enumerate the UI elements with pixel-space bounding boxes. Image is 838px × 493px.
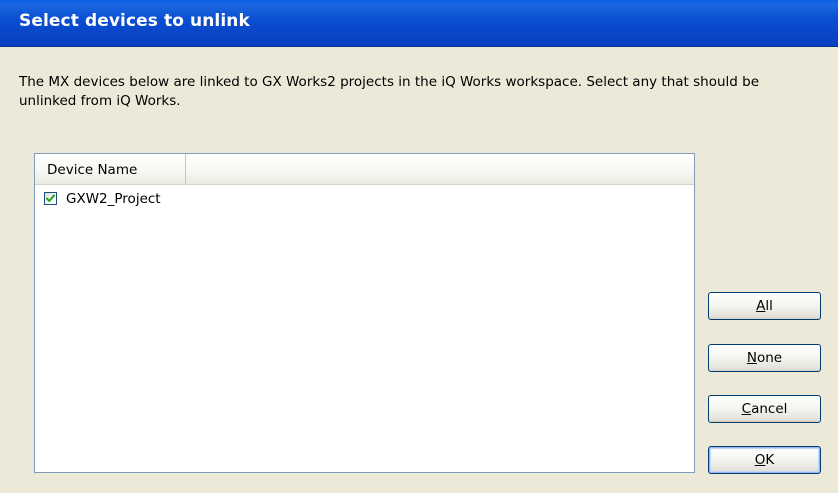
cancel-button-mnemonic: C — [741, 401, 752, 417]
device-checkbox[interactable] — [44, 192, 57, 205]
ok-button-label: K — [765, 452, 775, 468]
all-button-mnemonic: A — [756, 298, 766, 314]
dialog-title: Select devices to unlink — [19, 11, 250, 31]
none-button-mnemonic: N — [746, 350, 757, 366]
device-name: GXW2_Project — [66, 191, 161, 207]
title-bar[interactable]: Select devices to unlink — [0, 0, 838, 47]
none-button[interactable]: None — [708, 344, 821, 372]
ok-button[interactable]: OK — [708, 446, 821, 474]
dialog-description: The MX devices below are linked to GX Wo… — [19, 74, 760, 109]
none-button-label: one — [756, 350, 783, 366]
all-button-label: ll — [765, 298, 773, 314]
unlink-dialog: Select devices to unlink The MX devices … — [0, 0, 838, 493]
device-list[interactable]: Device Name GXW2_Project — [34, 153, 695, 473]
column-header-label: Device Name — [47, 162, 138, 178]
ok-button-mnemonic: O — [754, 452, 766, 468]
list-header: Device Name — [35, 154, 694, 185]
check-icon — [46, 194, 55, 202]
cancel-button[interactable]: Cancel — [708, 395, 821, 423]
column-header-device-name[interactable]: Device Name — [35, 154, 186, 184]
all-button[interactable]: All — [708, 292, 821, 320]
cancel-button-label: ancel — [751, 401, 788, 417]
list-item[interactable]: GXW2_Project — [35, 187, 694, 209]
